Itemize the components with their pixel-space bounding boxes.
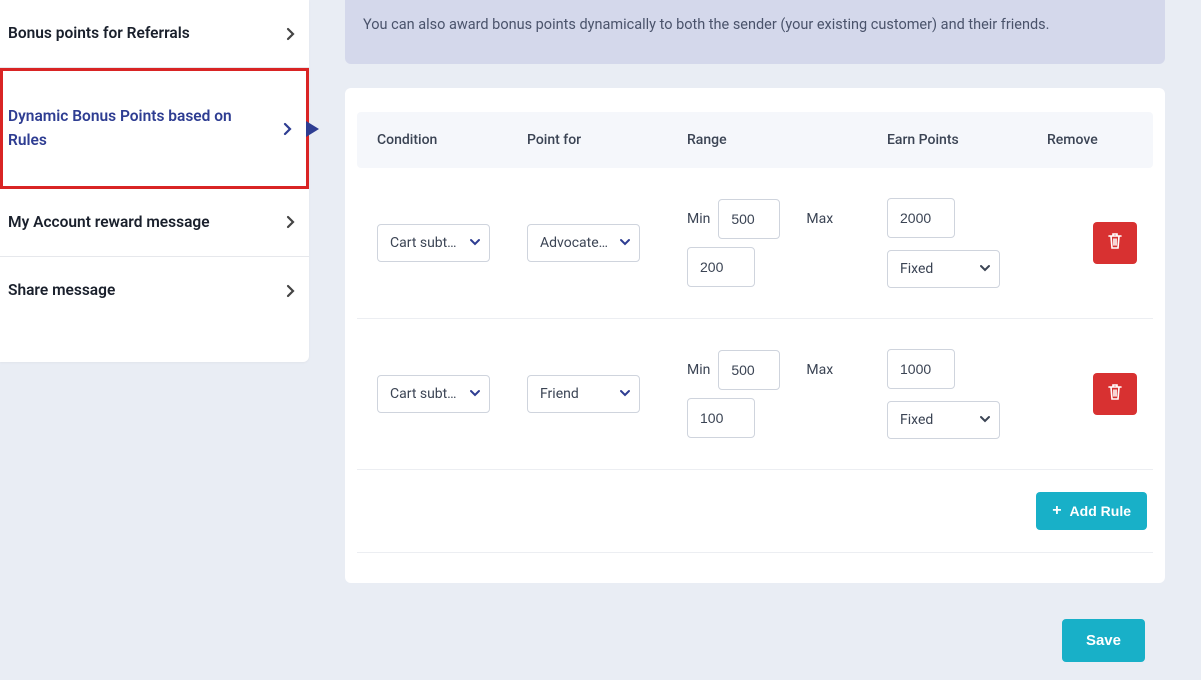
th-condition: Condition bbox=[367, 132, 527, 148]
earn-value-input[interactable] bbox=[887, 198, 955, 238]
point-for-select[interactable]: Advocate/... bbox=[527, 224, 640, 262]
remove-button[interactable] bbox=[1093, 373, 1137, 415]
min-input[interactable] bbox=[718, 199, 780, 239]
chevron-down-icon bbox=[469, 386, 481, 402]
min-input[interactable] bbox=[718, 350, 780, 390]
chevron-down-icon bbox=[619, 386, 631, 402]
remove-button[interactable] bbox=[1093, 222, 1137, 264]
cell-remove bbox=[1047, 373, 1143, 415]
cell-condition: Cart subtotal bbox=[367, 224, 527, 262]
info-banner-text: You can also award bonus points dynamica… bbox=[363, 16, 1049, 33]
rules-table: Condition Point for Range Earn Points Re… bbox=[357, 112, 1153, 553]
add-rule-button[interactable]: + Add Rule bbox=[1036, 492, 1147, 530]
th-earn-points: Earn Points bbox=[887, 132, 1047, 148]
table-row: Cart subtotal Friend bbox=[357, 319, 1153, 470]
sidebar-item-label: Share message bbox=[8, 279, 123, 302]
min-label: Min bbox=[687, 362, 710, 378]
sidebar: Bonus points for Referrals Dynamic Bonus… bbox=[0, 0, 309, 362]
second-input[interactable] bbox=[687, 398, 755, 438]
save-button[interactable]: Save bbox=[1062, 619, 1145, 662]
chevron-down-icon bbox=[979, 412, 991, 428]
select-value: Fixed bbox=[900, 261, 933, 277]
condition-select[interactable]: Cart subtotal bbox=[377, 224, 490, 262]
table-row: Cart subtotal Advocate/... bbox=[357, 168, 1153, 319]
save-label: Save bbox=[1086, 632, 1121, 649]
cell-earn: Fixed bbox=[887, 349, 1047, 439]
rules-card: Condition Point for Range Earn Points Re… bbox=[345, 88, 1165, 583]
trash-icon bbox=[1107, 232, 1123, 253]
add-rule-row: + Add Rule bbox=[357, 470, 1153, 553]
chevron-down-icon bbox=[469, 235, 481, 251]
sidebar-item-label: Bonus points for Referrals bbox=[8, 22, 198, 45]
sidebar-item-share-message[interactable]: Share message bbox=[0, 257, 309, 324]
sidebar-item-dynamic-bonus-rules[interactable]: Dynamic Bonus Points based on Rules bbox=[0, 68, 309, 189]
chevron-down-icon bbox=[979, 261, 991, 277]
th-point-for: Point for bbox=[527, 132, 687, 148]
plus-icon: + bbox=[1052, 503, 1061, 519]
earn-value-input[interactable] bbox=[887, 349, 955, 389]
earn-type-select[interactable]: Fixed bbox=[887, 401, 1000, 439]
cell-point-for: Friend bbox=[527, 375, 687, 413]
min-label: Min bbox=[687, 211, 710, 227]
sidebar-item-account-reward-message[interactable]: My Account reward message bbox=[0, 189, 309, 257]
app-layout: Bonus points for Referrals Dynamic Bonus… bbox=[0, 0, 1201, 680]
condition-select[interactable]: Cart subtotal bbox=[377, 375, 490, 413]
point-for-select[interactable]: Friend bbox=[527, 375, 640, 413]
max-label: Max bbox=[806, 211, 833, 227]
select-value: Cart subtotal bbox=[390, 235, 461, 251]
sidebar-item-bonus-referrals[interactable]: Bonus points for Referrals bbox=[0, 0, 309, 68]
select-value: Advocate/... bbox=[540, 235, 611, 251]
second-input[interactable] bbox=[687, 247, 755, 287]
select-value: Friend bbox=[540, 386, 579, 402]
cell-remove bbox=[1047, 222, 1143, 264]
table-header: Condition Point for Range Earn Points Re… bbox=[357, 112, 1153, 168]
sidebar-item-label: My Account reward message bbox=[8, 211, 218, 234]
cell-range: Min Max bbox=[687, 199, 887, 287]
info-banner: You can also award bonus points dynamica… bbox=[345, 0, 1165, 64]
select-value: Cart subtotal bbox=[390, 386, 461, 402]
earn-type-select[interactable]: Fixed bbox=[887, 250, 1000, 288]
chevron-down-icon bbox=[619, 235, 631, 251]
main-content: You can also award bonus points dynamica… bbox=[309, 0, 1201, 680]
sidebar-item-label: Dynamic Bonus Points based on Rules bbox=[8, 105, 280, 152]
cell-condition: Cart subtotal bbox=[367, 375, 527, 413]
chevron-right-icon bbox=[283, 26, 299, 42]
chevron-right-icon bbox=[280, 121, 296, 137]
cell-earn: Fixed bbox=[887, 198, 1047, 288]
max-label: Max bbox=[806, 362, 833, 378]
add-rule-label: Add Rule bbox=[1070, 503, 1131, 519]
cell-range: Min Max bbox=[687, 350, 887, 438]
trash-icon bbox=[1107, 383, 1123, 404]
th-range: Range bbox=[687, 132, 887, 148]
th-remove: Remove bbox=[1047, 132, 1143, 148]
cell-point-for: Advocate/... bbox=[527, 224, 687, 262]
chevron-right-icon bbox=[283, 214, 299, 230]
chevron-right-icon bbox=[283, 283, 299, 299]
select-value: Fixed bbox=[900, 412, 933, 428]
